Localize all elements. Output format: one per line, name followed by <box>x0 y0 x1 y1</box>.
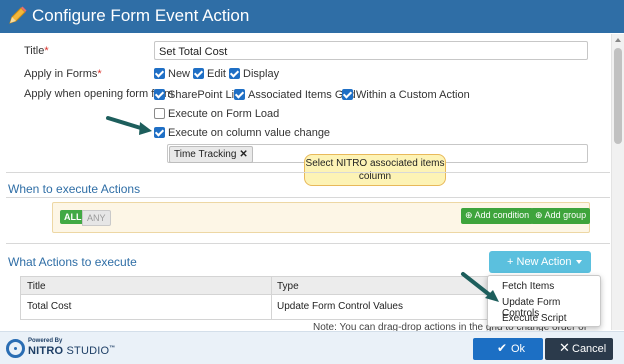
title-label: Title* <box>24 45 49 57</box>
divider <box>6 172 610 173</box>
source-associated-grid-label: Associated Items Grid <box>248 89 356 101</box>
source-sharepoint-label: SharePoint List <box>168 89 243 101</box>
nitro-studio-logo: Powered By NITRO STUDIO™ <box>6 338 136 361</box>
ok-button[interactable]: ✔ Ok <box>473 338 543 360</box>
source-custom-action-checkbox[interactable] <box>342 89 353 100</box>
divider <box>6 197 610 198</box>
plus-icon: + <box>507 256 514 268</box>
add-condition-button[interactable]: ⊕ Add condition <box>461 208 534 224</box>
tag-remove-icon[interactable]: ✕ <box>239 149 247 160</box>
execute-on-change-label: Execute on column value change <box>168 127 331 139</box>
annotation-arrow-icon <box>461 272 499 302</box>
callout-text: Select NITRO associated items column <box>305 158 445 182</box>
source-custom-action-label: Within a Custom Action <box>356 89 470 101</box>
callout-note: Select NITRO associated items column <box>304 154 446 186</box>
menu-item-execute-script[interactable]: Execute Script <box>502 313 566 324</box>
plus-icon: ⊕ <box>535 210 543 220</box>
menu-item-fetch-items[interactable]: Fetch Items <box>502 281 554 292</box>
add-condition-label: Add condition <box>474 210 530 220</box>
form-new-label: New <box>168 68 191 80</box>
cancel-label: Cancel <box>572 343 607 355</box>
row-type: Update Form Control Values <box>277 301 403 312</box>
new-action-dropdown-menu: Fetch Items Update Form Controls Execute… <box>487 275 601 327</box>
ok-label: Ok <box>511 343 526 355</box>
add-group-label: Add group <box>544 210 587 220</box>
source-associated-grid-checkbox[interactable] <box>234 89 245 100</box>
pencil-icon <box>9 6 27 24</box>
caret-down-icon <box>575 260 582 265</box>
title-input-value: Set Total Cost <box>159 46 228 58</box>
match-any-toggle[interactable]: ANY <box>82 210 111 226</box>
row-title: Total Cost <box>27 301 72 312</box>
scrollbar-thumb[interactable] <box>614 48 622 144</box>
form-edit-label: Edit <box>207 68 226 80</box>
execute-on-load-label: Execute on Form Load <box>168 108 280 120</box>
new-action-label: New Action <box>516 256 572 268</box>
annotation-arrow-icon <box>106 116 152 135</box>
vertical-scrollbar[interactable] <box>611 34 624 330</box>
plus-icon: ⊕ <box>465 210 473 220</box>
dialog-title: Configure Form Event Action <box>32 6 250 25</box>
what-section-title: What Actions to execute <box>8 255 137 269</box>
column-header-title[interactable]: Title <box>27 281 46 292</box>
column-tag-label: Time Tracking <box>174 149 237 160</box>
check-icon: ✔ <box>497 341 508 355</box>
brand-name: NITRO STUDIO™ <box>28 345 116 357</box>
powered-by-text: Powered By <box>28 338 63 344</box>
when-section-title: When to execute Actions <box>8 182 141 196</box>
column-tag[interactable]: Time Tracking ✕ <box>169 146 253 163</box>
close-icon: ✕ <box>559 340 570 355</box>
cancel-button[interactable]: ✕ Cancel <box>545 338 613 360</box>
form-new-checkbox[interactable] <box>154 68 165 79</box>
source-sharepoint-checkbox[interactable] <box>154 89 165 100</box>
apply-in-forms-label: Apply in Forms* <box>24 68 102 80</box>
form-display-checkbox[interactable] <box>229 68 240 79</box>
column-header-type[interactable]: Type <box>277 281 299 292</box>
apply-from-label: Apply when opening form from <box>24 88 174 100</box>
scroll-up-arrow-icon[interactable] <box>615 38 621 42</box>
conditions-builder: ALL ANY ⊕ Add condition ⊕ Add group <box>52 202 591 233</box>
divider <box>6 243 610 244</box>
form-display-label: Display <box>243 68 280 80</box>
title-input[interactable]: Set Total Cost <box>154 41 588 60</box>
nitro-logo-icon <box>6 339 25 358</box>
dialog-titlebar: Configure Form Event Action <box>0 0 624 33</box>
form-edit-checkbox[interactable] <box>193 68 204 79</box>
new-action-button[interactable]: + New Action <box>489 251 591 273</box>
add-group-button[interactable]: ⊕ Add group <box>531 208 591 224</box>
